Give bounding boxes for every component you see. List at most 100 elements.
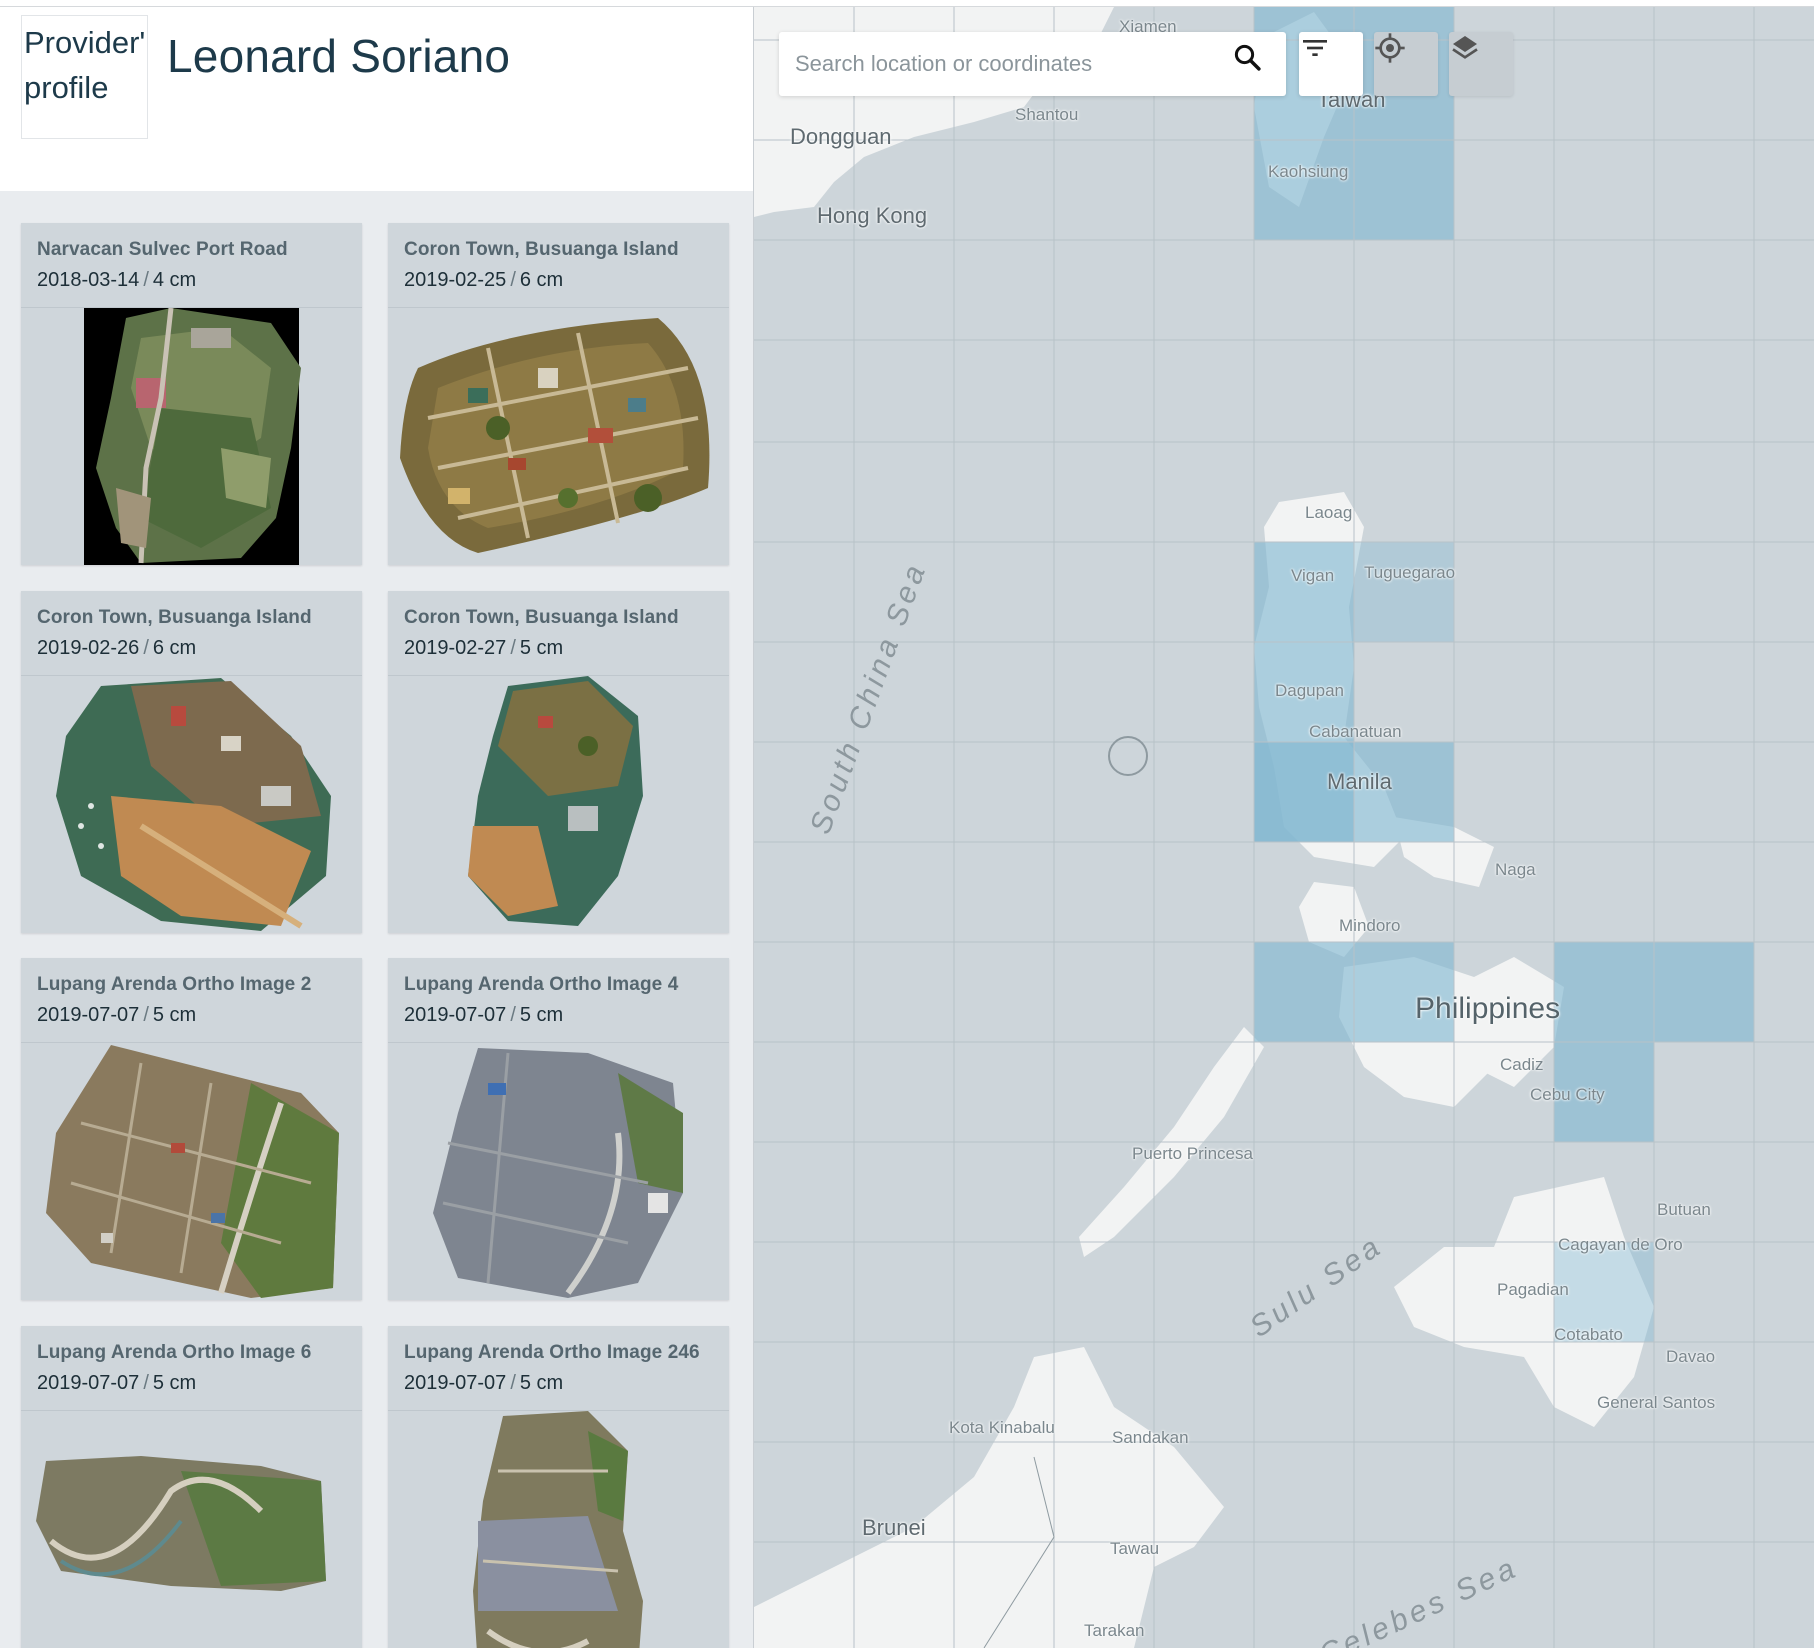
card-thumbnail	[56, 678, 331, 931]
map-label-city: Dongguan	[790, 124, 892, 149]
card-separator: /	[510, 1004, 516, 1026]
card-resolution: 4 cm	[152, 269, 197, 291]
map-label-city: Cotabato	[1554, 1325, 1623, 1344]
map-label-country: Brunei	[862, 1515, 926, 1540]
crosshair-icon	[1375, 33, 1405, 63]
map-label-city: Puerto Princesa	[1132, 1144, 1253, 1163]
card-date: 2018-03-14	[37, 269, 140, 291]
map-label-city: Kota Kinabalu	[949, 1418, 1055, 1437]
card-header: Lupang Arenda Ortho Image 2 2019-07-07/5…	[21, 958, 362, 1043]
card-resolution: 5 cm	[519, 1372, 564, 1394]
card-resolution: 6 cm	[519, 269, 564, 291]
map-label-city: Shantou	[1015, 105, 1079, 124]
card-date: 2019-07-07	[37, 1372, 140, 1394]
card-thumbnail	[84, 308, 301, 565]
imagery-card[interactable]: Lupang Arenda Ortho Image 4 2019-07-07/5…	[388, 958, 729, 1300]
map-label-city: Hong Kong	[817, 203, 928, 228]
map-label-city: Cebu City	[1530, 1085, 1605, 1104]
map-label-city: Cabanatuan	[1309, 722, 1402, 741]
map-label-city: Naga	[1495, 860, 1536, 879]
search-icon	[1234, 44, 1261, 71]
map-label-country: Philippines	[1415, 992, 1561, 1025]
card-header: Coron Town, Busuanga Island 2019-02-27/5…	[388, 591, 729, 676]
search-bar	[779, 32, 1286, 96]
map-label-city: Cadiz	[1500, 1055, 1544, 1074]
card-date: 2019-02-27	[404, 637, 507, 659]
map-label-city: Butuan	[1657, 1200, 1711, 1219]
map-view[interactable]: Xiamen Taiwan Shantou Dongguan Kaohsiung…	[754, 7, 1814, 1648]
map-label-city: Dagupan	[1275, 681, 1345, 700]
card-title: Lupang Arenda Ortho Image 2	[37, 974, 312, 995]
card-date: 2019-02-25	[404, 269, 507, 291]
filter-icon	[1303, 40, 1327, 56]
card-resolution: 5 cm	[152, 1372, 197, 1394]
provider-avatar: Provider' profile	[21, 15, 148, 139]
card-title: Coron Town, Busuanga Island	[404, 239, 679, 260]
imagery-card[interactable]: Coron Town, Busuanga Island 2019-02-26/6…	[21, 591, 362, 933]
card-title: Lupang Arenda Ortho Image 246	[404, 1342, 700, 1363]
card-date: 2019-02-26	[37, 637, 140, 659]
map-label-city: Davao	[1666, 1347, 1716, 1366]
card-title: Coron Town, Busuanga Island	[37, 607, 312, 628]
card-resolution: 5 cm	[152, 1004, 197, 1026]
card-separator: /	[510, 637, 516, 659]
card-meta: 2019-02-27/5 cm	[404, 637, 713, 660]
card-meta: 2019-07-07/5 cm	[37, 1004, 346, 1027]
card-separator: /	[510, 269, 516, 291]
provider-panel: Provider' profile Leonard Soriano Narvac…	[0, 7, 754, 1648]
layers-button[interactable]	[1449, 32, 1513, 96]
map-label-city: Sandakan	[1112, 1428, 1189, 1447]
card-resolution: 6 cm	[152, 637, 197, 659]
card-title: Coron Town, Busuanga Island	[404, 607, 679, 628]
map-label-city: Pagadian	[1497, 1280, 1569, 1299]
profile-header: Provider' profile Leonard Soriano	[0, 7, 753, 191]
imagery-card[interactable]: Lupang Arenda Ortho Image 246 2019-07-07…	[388, 1326, 729, 1648]
card-meta: 2019-07-07/5 cm	[404, 1004, 713, 1027]
card-header: Coron Town, Busuanga Island 2019-02-25/6…	[388, 223, 729, 308]
search-input[interactable]	[795, 32, 1215, 96]
map-label-city: Manila	[1327, 769, 1392, 794]
card-thumbnail	[46, 1045, 339, 1298]
top-border	[0, 0, 1814, 7]
card-date: 2019-07-07	[37, 1004, 140, 1026]
card-resolution: 5 cm	[519, 637, 564, 659]
map-label-city: Tawau	[1110, 1539, 1160, 1558]
search-button[interactable]	[1232, 42, 1276, 86]
card-thumbnail	[36, 1456, 326, 1591]
map-label-city: Tarakan	[1084, 1621, 1145, 1640]
imagery-card[interactable]: Narvacan Sulvec Port Road 2018-03-14/4 c…	[21, 223, 362, 565]
card-header: Lupang Arenda Ortho Image 246 2019-07-07…	[388, 1326, 729, 1411]
card-thumbnail	[400, 318, 710, 553]
locate-button[interactable]	[1374, 32, 1438, 96]
card-header: Lupang Arenda Ortho Image 4 2019-07-07/5…	[388, 958, 729, 1043]
card-separator: /	[143, 1004, 149, 1026]
card-separator: /	[143, 637, 149, 659]
layers-icon	[1452, 36, 1478, 59]
imagery-card[interactable]: Lupang Arenda Ortho Image 6 2019-07-07/5…	[21, 1326, 362, 1648]
map-label-city: Vigan	[1291, 566, 1335, 585]
card-separator: /	[510, 1372, 516, 1394]
card-title: Narvacan Sulvec Port Road	[37, 239, 288, 260]
imagery-card[interactable]: Coron Town, Busuanga Island 2019-02-27/5…	[388, 591, 729, 933]
map-label-city: Cagayan de Oro	[1558, 1235, 1683, 1254]
card-meta: 2019-07-07/5 cm	[37, 1372, 346, 1395]
card-thumbnail	[473, 1411, 643, 1648]
map-label-city: Tuguegarao	[1364, 563, 1456, 582]
imagery-card[interactable]: Lupang Arenda Ortho Image 2 2019-07-07/5…	[21, 958, 362, 1300]
map-label-city: Laoag	[1305, 503, 1353, 522]
card-date: 2019-07-07	[404, 1004, 507, 1026]
provider-name: Leonard Soriano	[167, 30, 511, 82]
card-thumbnail	[433, 1048, 683, 1298]
card-meta: 2019-02-25/6 cm	[404, 269, 713, 292]
card-resolution: 5 cm	[519, 1004, 564, 1026]
card-header: Lupang Arenda Ortho Image 6 2019-07-07/5…	[21, 1326, 362, 1411]
map-label-island: Mindoro	[1339, 916, 1401, 935]
imagery-card[interactable]: Coron Town, Busuanga Island 2019-02-25/6…	[388, 223, 729, 565]
map-label-city: General Santos	[1597, 1393, 1716, 1412]
card-date: 2019-07-07	[404, 1372, 507, 1394]
card-meta: 2018-03-14/4 cm	[37, 269, 346, 292]
card-header: Narvacan Sulvec Port Road 2018-03-14/4 c…	[21, 223, 362, 308]
filter-button[interactable]	[1299, 32, 1363, 96]
card-title: Lupang Arenda Ortho Image 4	[404, 974, 679, 995]
card-title: Lupang Arenda Ortho Image 6	[37, 1342, 312, 1363]
